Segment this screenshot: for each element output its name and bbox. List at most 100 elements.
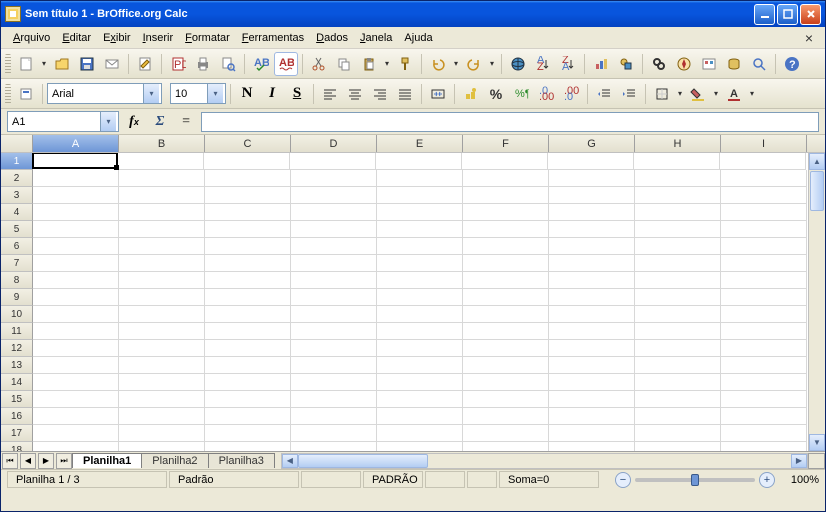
cell-I6[interactable] xyxy=(721,238,807,255)
font-size-dropdown[interactable]: ▾ xyxy=(207,84,223,103)
cell-C10[interactable] xyxy=(205,306,291,323)
status-sum[interactable]: Soma=0 xyxy=(499,471,599,488)
cell-I4[interactable] xyxy=(721,204,807,221)
cell-C4[interactable] xyxy=(205,204,291,221)
cell-H10[interactable] xyxy=(635,306,721,323)
sheet-tab-3[interactable]: Planilha3 xyxy=(208,453,275,468)
cell-A8[interactable] xyxy=(33,272,119,289)
zoom-knob[interactable] xyxy=(691,474,699,486)
show-draw-functions-button[interactable] xyxy=(614,52,638,76)
cell-I16[interactable] xyxy=(721,408,807,425)
cell-C12[interactable] xyxy=(205,340,291,357)
italic-button[interactable]: I xyxy=(260,82,284,106)
cell-I12[interactable] xyxy=(721,340,807,357)
bold-button[interactable]: N xyxy=(235,82,259,106)
font-name-combo[interactable]: ▾ xyxy=(47,83,162,104)
cell-I7[interactable] xyxy=(721,255,807,272)
underline-button[interactable]: S xyxy=(285,82,309,106)
cell-reference-combo[interactable]: ▾ xyxy=(7,111,119,132)
cell-D1[interactable] xyxy=(290,153,376,170)
cell-B7[interactable] xyxy=(119,255,205,272)
scroll-right-button[interactable]: ▶ xyxy=(791,454,807,468)
row-header-4[interactable]: 4 xyxy=(1,204,33,221)
cell-I14[interactable] xyxy=(721,374,807,391)
cell-E6[interactable] xyxy=(377,238,463,255)
status-page-style[interactable]: Padrão xyxy=(169,471,299,488)
cell-I8[interactable] xyxy=(721,272,807,289)
tab-last-button[interactable]: ⏭ xyxy=(56,453,72,469)
cell-D15[interactable] xyxy=(291,391,377,408)
cell-E11[interactable] xyxy=(377,323,463,340)
cell-D7[interactable] xyxy=(291,255,377,272)
cell-H14[interactable] xyxy=(635,374,721,391)
email-button[interactable] xyxy=(100,52,124,76)
row-header-11[interactable]: 11 xyxy=(1,323,33,340)
function-wizard-button[interactable]: fx xyxy=(123,112,145,132)
cell-I1[interactable] xyxy=(720,153,806,170)
close-button[interactable] xyxy=(800,4,821,25)
cell-F3[interactable] xyxy=(463,187,549,204)
cell-C9[interactable] xyxy=(205,289,291,306)
cut-button[interactable] xyxy=(307,52,331,76)
export-pdf-button[interactable]: PDF xyxy=(166,52,190,76)
edit-doc-button[interactable] xyxy=(133,52,157,76)
cell-E18[interactable] xyxy=(377,442,463,451)
cell-B2[interactable] xyxy=(119,170,205,187)
cell-H17[interactable] xyxy=(635,425,721,442)
cell-A5[interactable] xyxy=(33,221,119,238)
cell-G15[interactable] xyxy=(549,391,635,408)
align-right-button[interactable] xyxy=(368,82,392,106)
new-doc-button[interactable] xyxy=(14,52,38,76)
add-decimal-button[interactable]: .0.00 xyxy=(534,82,558,106)
column-header-E[interactable]: E xyxy=(377,135,463,152)
cell-D4[interactable] xyxy=(291,204,377,221)
cell-C17[interactable] xyxy=(205,425,291,442)
insert-chart-button[interactable] xyxy=(589,52,613,76)
cell-C18[interactable] xyxy=(205,442,291,451)
column-header-B[interactable]: B xyxy=(119,135,205,152)
sort-desc-button[interactable]: ZA xyxy=(556,52,580,76)
gallery-button[interactable] xyxy=(697,52,721,76)
cell-C6[interactable] xyxy=(205,238,291,255)
minimize-button[interactable] xyxy=(754,4,775,25)
cell-H5[interactable] xyxy=(635,221,721,238)
row-header-8[interactable]: 8 xyxy=(1,272,33,289)
borders-dropdown[interactable]: ▾ xyxy=(675,82,685,106)
format-paintbrush-button[interactable] xyxy=(393,52,417,76)
cell-D16[interactable] xyxy=(291,408,377,425)
cell-G16[interactable] xyxy=(549,408,635,425)
cell-A18[interactable] xyxy=(33,442,119,451)
column-header-D[interactable]: D xyxy=(291,135,377,152)
spellcheck-button[interactable]: ABC xyxy=(249,52,273,76)
cell-A1[interactable] xyxy=(32,153,118,169)
cell-E5[interactable] xyxy=(377,221,463,238)
cell-B1[interactable] xyxy=(118,153,204,170)
menu-arquivo[interactable]: Arquivo xyxy=(7,30,56,46)
bgcolor-dropdown[interactable]: ▾ xyxy=(711,82,721,106)
sum-button[interactable]: Σ xyxy=(149,112,171,132)
paste-button[interactable] xyxy=(357,52,381,76)
cell-C16[interactable] xyxy=(205,408,291,425)
cell-E16[interactable] xyxy=(377,408,463,425)
cell-G6[interactable] xyxy=(549,238,635,255)
document-close-button[interactable]: × xyxy=(799,30,819,46)
help-button[interactable]: ? xyxy=(780,52,804,76)
toolbar-grip[interactable] xyxy=(5,84,11,104)
cell-H7[interactable] xyxy=(635,255,721,272)
cell-H11[interactable] xyxy=(635,323,721,340)
paste-dropdown[interactable]: ▾ xyxy=(382,52,392,76)
sort-asc-button[interactable]: AZ xyxy=(531,52,555,76)
row-header-15[interactable]: 15 xyxy=(1,391,33,408)
column-header-A[interactable]: A xyxy=(33,135,119,152)
font-size-input[interactable] xyxy=(171,84,207,103)
percent-button[interactable]: % xyxy=(484,82,508,106)
cell-B15[interactable] xyxy=(119,391,205,408)
cell-B3[interactable] xyxy=(119,187,205,204)
cell-B16[interactable] xyxy=(119,408,205,425)
formula-input[interactable] xyxy=(201,112,819,132)
zoom-value[interactable]: 100% xyxy=(779,474,819,486)
cell-C2[interactable] xyxy=(205,170,291,187)
cell-I13[interactable] xyxy=(721,357,807,374)
standard-format-button[interactable]: %¶ xyxy=(509,82,533,106)
cell-C7[interactable] xyxy=(205,255,291,272)
